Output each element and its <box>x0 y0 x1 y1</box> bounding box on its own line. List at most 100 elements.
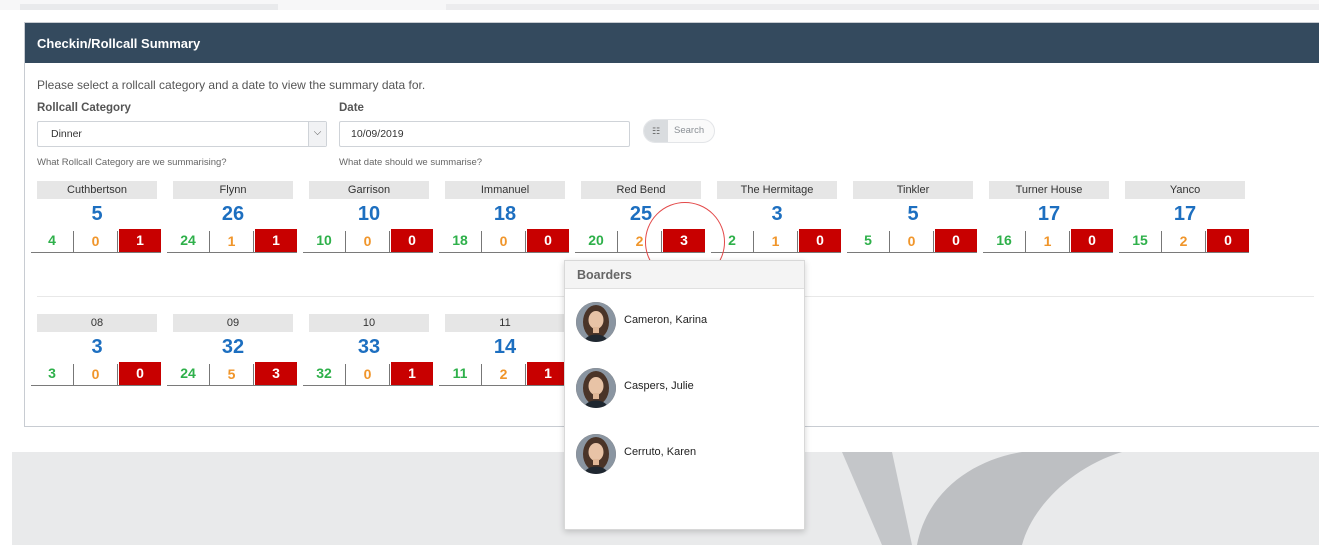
status-counts: 10 0 0 <box>303 229 433 253</box>
late-count[interactable]: 2 <box>481 364 526 385</box>
summary-card: 11 14 11 2 1 <box>439 314 569 392</box>
absent-count[interactable]: 0 <box>1071 229 1113 252</box>
absent-count[interactable]: 3 <box>255 362 297 385</box>
chevron-down-icon[interactable]: ⌵ <box>308 122 326 146</box>
calendar-search-icon: ☷ <box>644 120 668 142</box>
total-count[interactable]: 32 <box>173 335 293 359</box>
status-counts: 15 2 0 <box>1119 229 1249 253</box>
present-count[interactable]: 3 <box>31 362 73 385</box>
absent-count[interactable]: 0 <box>935 229 977 252</box>
summary-card: 08 3 3 0 0 <box>31 314 161 392</box>
date-value: 10/09/2019 <box>351 128 404 140</box>
late-count[interactable]: 0 <box>73 364 118 385</box>
late-count[interactable]: 0 <box>345 364 390 385</box>
absent-count[interactable]: 3 <box>663 229 705 252</box>
present-count[interactable]: 15 <box>1119 229 1161 252</box>
late-count[interactable]: 0 <box>481 231 526 252</box>
total-count[interactable]: 5 <box>853 202 973 226</box>
total-count[interactable]: 25 <box>581 202 701 226</box>
total-count[interactable]: 14 <box>445 335 565 359</box>
total-count[interactable]: 26 <box>173 202 293 226</box>
group-name: Flynn <box>173 181 293 199</box>
total-count[interactable]: 17 <box>989 202 1109 226</box>
late-count[interactable]: 0 <box>889 231 934 252</box>
late-count[interactable]: 0 <box>73 231 118 252</box>
background-top-bar <box>0 0 1319 10</box>
absent-count[interactable]: 0 <box>799 229 841 252</box>
total-count[interactable]: 33 <box>309 335 429 359</box>
present-count[interactable]: 10 <box>303 229 345 252</box>
late-count[interactable]: 2 <box>1161 231 1206 252</box>
boarder-name: Cameron, Karina <box>624 314 708 326</box>
absent-count[interactable]: 1 <box>255 229 297 252</box>
panel-title: Checkin/Rollcall Summary <box>25 23 1319 63</box>
late-count[interactable]: 1 <box>1025 231 1070 252</box>
group-name: 08 <box>37 314 157 332</box>
group-name: The Hermitage <box>717 181 837 199</box>
late-count[interactable]: 1 <box>753 231 798 252</box>
status-counts: 4 0 1 <box>31 229 161 253</box>
total-count[interactable]: 5 <box>37 202 157 226</box>
present-count[interactable]: 5 <box>847 229 889 252</box>
late-count[interactable]: 1 <box>209 231 254 252</box>
date-hint: What date should we summarise? <box>339 157 483 168</box>
group-name: 11 <box>445 314 565 332</box>
total-count[interactable]: 18 <box>445 202 565 226</box>
late-count[interactable]: 5 <box>209 364 254 385</box>
popup-title: Boarders <box>565 261 804 289</box>
total-count[interactable]: 17 <box>1125 202 1245 226</box>
category-value: Dinner <box>51 128 82 140</box>
present-count[interactable]: 2 <box>711 229 753 252</box>
group-name: Cuthbertson <box>37 181 157 199</box>
summary-card: 09 32 24 5 3 <box>167 314 297 392</box>
absent-count[interactable]: 0 <box>527 229 569 252</box>
absent-count[interactable]: 0 <box>1207 229 1249 252</box>
person-photo-icon <box>576 434 616 474</box>
summary-card: Immanuel 18 18 0 0 <box>439 181 569 259</box>
summary-card: Cuthbertson 5 4 0 1 <box>31 181 161 259</box>
present-count[interactable]: 32 <box>303 362 345 385</box>
total-count[interactable]: 3 <box>37 335 157 359</box>
present-count[interactable]: 24 <box>167 229 209 252</box>
present-count[interactable]: 18 <box>439 229 481 252</box>
category-select[interactable]: Dinner ⌵ <box>37 121 327 147</box>
total-count[interactable]: 10 <box>309 202 429 226</box>
status-counts: 2 1 0 <box>711 229 841 253</box>
group-name: Immanuel <box>445 181 565 199</box>
absent-count[interactable]: 1 <box>119 229 161 252</box>
present-count[interactable]: 11 <box>439 362 481 385</box>
date-label: Date <box>339 102 364 114</box>
person-photo-icon <box>576 368 616 408</box>
avatar <box>576 434 616 474</box>
late-count[interactable]: 0 <box>345 231 390 252</box>
summary-card: Yanco 17 15 2 0 <box>1119 181 1249 259</box>
status-counts: 3 0 0 <box>31 362 161 386</box>
summary-card: The Hermitage 3 2 1 0 <box>711 181 841 259</box>
absent-count[interactable]: 1 <box>391 362 433 385</box>
search-button-label: Search <box>674 125 705 136</box>
absent-count[interactable]: 0 <box>119 362 161 385</box>
boarder-name: Caspers, Julie <box>624 380 694 392</box>
group-name: Garrison <box>309 181 429 199</box>
present-count[interactable]: 16 <box>983 229 1025 252</box>
late-count[interactable]: 2 <box>617 231 662 252</box>
group-name: Yanco <box>1125 181 1245 199</box>
group-name: 09 <box>173 314 293 332</box>
category-label: Rollcall Category <box>37 102 131 114</box>
group-name: 10 <box>309 314 429 332</box>
absent-count[interactable]: 1 <box>527 362 569 385</box>
absent-count[interactable]: 0 <box>391 229 433 252</box>
total-count[interactable]: 3 <box>717 202 837 226</box>
summary-card: Turner House 17 16 1 0 <box>983 181 1113 259</box>
search-button[interactable]: ☷ Search <box>643 119 715 143</box>
present-count[interactable]: 24 <box>167 362 209 385</box>
person-photo-icon <box>576 302 616 342</box>
status-counts: 16 1 0 <box>983 229 1113 253</box>
present-count[interactable]: 4 <box>31 229 73 252</box>
date-input[interactable]: 10/09/2019 <box>339 121 630 147</box>
summary-card: 10 33 32 0 1 <box>303 314 433 392</box>
summary-card: Red Bend 25 20 2 3 <box>575 181 705 259</box>
avatar <box>576 302 616 342</box>
present-count[interactable]: 20 <box>575 229 617 252</box>
status-counts: 11 2 1 <box>439 362 569 386</box>
